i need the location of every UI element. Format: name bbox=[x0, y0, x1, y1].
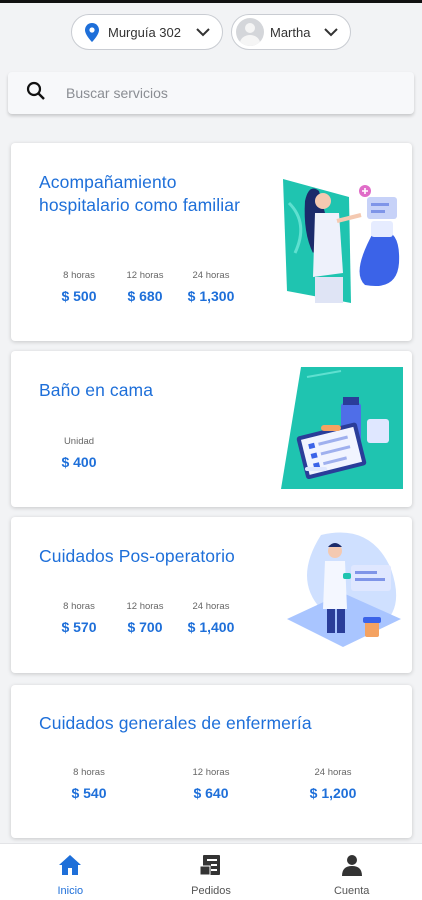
price-value: $ 500 bbox=[61, 288, 97, 304]
price-value: $ 1,400 bbox=[187, 619, 235, 635]
price-option[interactable]: 24 horas $ 1,200 bbox=[295, 767, 371, 801]
service-title: Cuidados generales de enfermería bbox=[39, 713, 312, 733]
price-duration: 24 horas bbox=[192, 270, 230, 281]
price-duration: 12 horas bbox=[126, 270, 164, 281]
price-option[interactable]: 24 horas $ 1,300 bbox=[178, 270, 244, 304]
price-value: $ 640 bbox=[193, 785, 229, 801]
service-title: Cuidados Pos-operatorio bbox=[39, 546, 235, 566]
home-icon bbox=[58, 854, 82, 881]
location-pin-icon bbox=[82, 22, 102, 42]
price-duration: 8 horas bbox=[63, 601, 95, 612]
price-option[interactable]: 12 horas $ 700 bbox=[112, 601, 178, 635]
location-selector[interactable]: Murguía 302 bbox=[71, 14, 223, 50]
search-icon bbox=[26, 81, 46, 106]
price-list: Unidad $ 400 bbox=[46, 436, 112, 470]
nav-item-inicio[interactable]: Inicio bbox=[0, 844, 141, 900]
price-option[interactable]: 8 horas $ 570 bbox=[46, 601, 112, 635]
user-selector[interactable]: Martha bbox=[231, 14, 351, 50]
price-duration: 12 horas bbox=[126, 601, 164, 612]
chevron-down-icon bbox=[322, 23, 340, 41]
nav-item-cuenta[interactable]: Cuenta bbox=[281, 844, 422, 900]
orders-icon bbox=[199, 854, 223, 881]
price-option[interactable]: Unidad $ 400 bbox=[46, 436, 112, 470]
price-duration: 8 horas bbox=[63, 270, 95, 281]
price-value: $ 680 bbox=[127, 288, 163, 304]
chevron-down-icon bbox=[194, 23, 212, 41]
clinical-checklist-illustration bbox=[281, 367, 403, 496]
price-option[interactable]: 24 horas $ 1,400 bbox=[178, 601, 244, 635]
nurse-companion-illustration bbox=[279, 173, 403, 313]
account-icon bbox=[340, 854, 364, 881]
price-value: $ 700 bbox=[127, 619, 163, 635]
price-duration: 24 horas bbox=[314, 767, 352, 778]
price-value: $ 1,200 bbox=[309, 785, 357, 801]
search-input[interactable] bbox=[66, 85, 366, 101]
service-card[interactable]: Acompañamiento hospitalario como familia… bbox=[11, 143, 412, 341]
nav-label: Cuenta bbox=[333, 885, 370, 897]
location-label: Murguía 302 bbox=[108, 24, 181, 40]
status-bar-edge bbox=[0, 0, 422, 3]
user-name: Martha bbox=[270, 24, 311, 40]
nav-label: Inicio bbox=[57, 885, 84, 897]
price-duration: Unidad bbox=[63, 436, 95, 447]
search-bar[interactable] bbox=[8, 72, 414, 114]
nav-item-pedidos[interactable]: Pedidos bbox=[141, 844, 282, 900]
price-value: $ 1,300 bbox=[187, 288, 235, 304]
header: Murguía 302 Martha bbox=[0, 14, 422, 52]
avatar bbox=[236, 18, 264, 46]
price-duration: 24 horas bbox=[192, 601, 230, 612]
price-option[interactable]: 8 horas $ 500 bbox=[46, 270, 112, 304]
price-option[interactable]: 12 horas $ 640 bbox=[173, 767, 249, 801]
service-card[interactable]: Cuidados Pos-operatorio 8 horas $ 570 12… bbox=[11, 517, 412, 673]
price-option[interactable]: 8 horas $ 540 bbox=[51, 767, 127, 801]
price-list: 8 horas $ 500 12 horas $ 680 24 horas $ … bbox=[46, 270, 244, 304]
nav-label: Pedidos bbox=[191, 885, 231, 897]
service-card[interactable]: Cuidados generales de enfermería 8 horas… bbox=[11, 685, 412, 838]
price-list: 8 horas $ 540 12 horas $ 640 24 horas $ … bbox=[51, 767, 371, 801]
bottom-navigation: Inicio Pedidos Cuenta bbox=[0, 843, 422, 900]
price-value: $ 400 bbox=[61, 454, 97, 470]
price-value: $ 570 bbox=[61, 619, 97, 635]
price-option[interactable]: 12 horas $ 680 bbox=[112, 270, 178, 304]
service-title: Baño en cama bbox=[39, 380, 154, 400]
doctor-postop-illustration bbox=[281, 529, 405, 664]
price-value: $ 540 bbox=[71, 785, 107, 801]
price-duration: 12 horas bbox=[192, 767, 230, 778]
service-title: Acompañamiento hospitalario como familia… bbox=[39, 172, 241, 215]
service-card[interactable]: Baño en cama Unidad $ 400 bbox=[11, 351, 412, 507]
price-duration: 8 horas bbox=[73, 767, 105, 778]
price-list: 8 horas $ 570 12 horas $ 700 24 horas $ … bbox=[46, 601, 244, 635]
